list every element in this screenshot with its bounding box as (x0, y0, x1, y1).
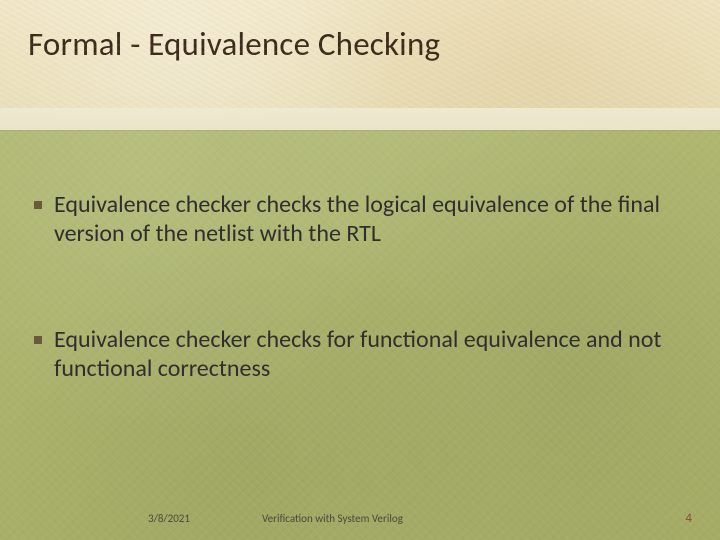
slide-title: Formal - Equivalence Checking (28, 24, 440, 64)
footer-center: Verification with System Verilog (262, 512, 403, 525)
bullet-item: Equivalence checker checks the logical e… (34, 190, 686, 249)
bullet-text: Equivalence checker checks for functiona… (54, 325, 686, 384)
footer-page-number: 4 (685, 511, 692, 526)
bullet-text: Equivalence checker checks the logical e… (54, 190, 686, 249)
slide-body: Equivalence checker checks the logical e… (34, 190, 686, 459)
accent-band (0, 108, 720, 130)
slide-footer: 3/8/2021 Verification with System Verilo… (0, 511, 720, 526)
footer-date: 3/8/2021 (148, 512, 190, 525)
title-banner: Formal - Equivalence Checking (0, 0, 720, 108)
bullet-item: Equivalence checker checks for functiona… (34, 325, 686, 384)
bullet-marker-icon (34, 336, 42, 344)
bullet-marker-icon (34, 201, 42, 209)
